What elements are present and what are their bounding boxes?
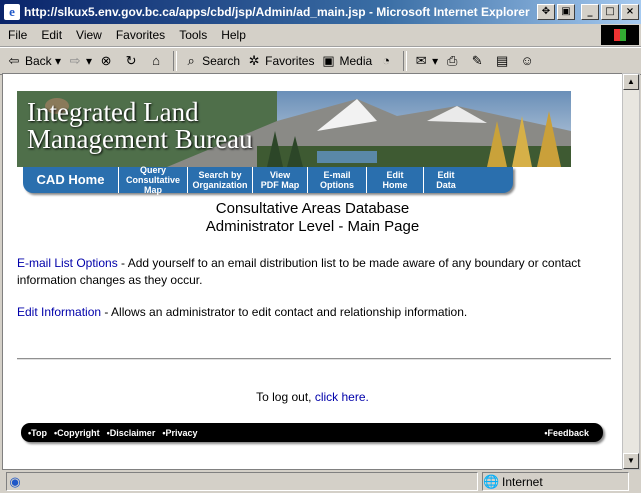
search-icon: ⌕ [187,53,195,68]
edit-info-paragraph: Edit Information - Allows an administrat… [17,305,607,319]
footer-disclaimer-link[interactable]: •Disclaimer [107,428,156,438]
mail-button[interactable]: ✉ ▾ [413,53,438,69]
history-button[interactable]: ◔ [378,53,397,69]
favorites-icon: ✲ [248,53,260,68]
messenger-button[interactable]: ☺ [519,53,538,69]
discuss-button[interactable]: ▤ [494,53,513,69]
security-zone-pane: 🌐 Internet [482,472,629,491]
history-icon: ◔ [382,53,391,68]
email-options-paragraph: E-mail List Options - Add yourself to an… [17,255,607,289]
menu-bar: File Edit View Favorites Tools Help [0,24,641,47]
toolbar-separator [173,51,178,71]
footer-bar: •Top •Copyright •Disclaimer •Privacy •Fe… [21,423,603,442]
menu-view[interactable]: View [68,28,108,42]
messenger-icon: ☺ [520,53,534,68]
menu-favorites[interactable]: Favorites [108,28,171,42]
nav-edit-home[interactable]: Edit Home [367,167,424,193]
edit-information-link[interactable]: Edit Information [17,305,101,319]
nav-view-pdf-map[interactable]: View PDF Map [253,167,308,193]
nav-bar: CAD Home Query Consultative Map Search by… [23,165,513,195]
nav-query-map[interactable]: Query Consultative Map [119,165,188,195]
logout-link[interactable]: click here. [315,390,369,404]
windows-logo-icon [601,25,639,45]
page-title: Consultative Areas Database Administrato… [205,200,420,235]
page-content: Integrated Land Management Bureau CAD Ho… [2,73,623,470]
nav-email-options[interactable]: E-mail Options [308,167,367,193]
logout-text: To log out, click here. [256,390,369,404]
toolbar: ⇦ Back ▾ ⇨ ▾ ⊗ ↻ ⌂ ⌕ Search ✲ Favorites ▣ Med… [0,47,641,75]
print-icon: ⎙ [446,53,458,68]
stop-icon: ⊗ [100,53,112,68]
stop-button[interactable]: ⊗ [98,53,117,69]
scroll-up-icon[interactable]: ▲ [623,74,639,90]
banner-image: Integrated Land Management Bureau [17,91,571,167]
browser-grip-icon[interactable]: ✥ [537,4,555,20]
nav-edit-data[interactable]: Edit Data [424,167,468,193]
menu-file[interactable]: File [0,28,33,42]
edit-info-description: - Allows an administrator to edit contac… [101,305,468,319]
vertical-scrollbar[interactable]: ▲ ▼ [622,73,640,470]
forward-arrow-icon: ⇨ [69,53,81,68]
divider [17,358,611,360]
media-button[interactable]: ▣ Media [320,53,372,69]
edit-page-button[interactable]: ✎ [469,53,488,69]
media-icon: ▣ [322,53,335,68]
scroll-down-icon[interactable]: ▼ [623,453,639,469]
nav-cad-home[interactable]: CAD Home [23,167,119,193]
print-button[interactable]: ⎙ [444,53,463,69]
nav-search-organization[interactable]: Search by Organization [188,167,253,193]
forward-button[interactable]: ⇨ ▾ [67,53,92,69]
zone-label: Internet [502,474,543,489]
status-text-pane: ◉ [6,472,478,491]
footer-copyright-link[interactable]: •Copyright [54,428,100,438]
email-list-options-link[interactable]: E-mail List Options [17,256,118,270]
refresh-icon: ↻ [125,53,137,68]
back-arrow-icon: ⇦ [8,53,20,68]
window-title: http://slkux5.env.gov.bc.ca/apps/cbd/jsp… [24,5,530,19]
refresh-button[interactable]: ↻ [123,53,142,69]
menu-help[interactable]: Help [213,28,252,42]
home-icon: ⌂ [152,53,160,68]
search-button[interactable]: ⌕ Search [183,53,240,69]
status-bar: ◉ 🌐 Internet [0,470,641,493]
title-bar: e http://slkux5.env.gov.bc.ca/apps/cbd/j… [0,0,641,24]
internet-globe-icon: 🌐 [483,473,500,489]
ie-logo-icon: e [4,4,20,20]
close-button[interactable]: × [621,4,639,20]
footer-feedback-link[interactable]: •Feedback [544,428,589,438]
page-loaded-icon: ◉ [9,473,21,489]
toolbar-separator [403,51,408,71]
maximize-button[interactable]: □ [601,4,619,20]
discuss-icon: ▤ [496,53,509,68]
menu-tools[interactable]: Tools [171,28,213,42]
favorites-button[interactable]: ✲ Favorites [246,53,315,69]
footer-top-link[interactable]: •Top [28,428,47,438]
menu-edit[interactable]: Edit [33,28,68,42]
banner-title: Integrated Land Management Bureau [27,97,253,154]
home-button[interactable]: ⌂ [148,53,167,69]
back-button[interactable]: ⇦ Back ▾ [6,53,62,69]
footer-privacy-link[interactable]: •Privacy [162,428,197,438]
mail-icon: ✉ [415,53,427,68]
restore-small-icon[interactable]: ▣ [557,4,575,20]
minimize-button[interactable]: _ [581,4,599,20]
edit-icon: ✎ [471,53,483,68]
